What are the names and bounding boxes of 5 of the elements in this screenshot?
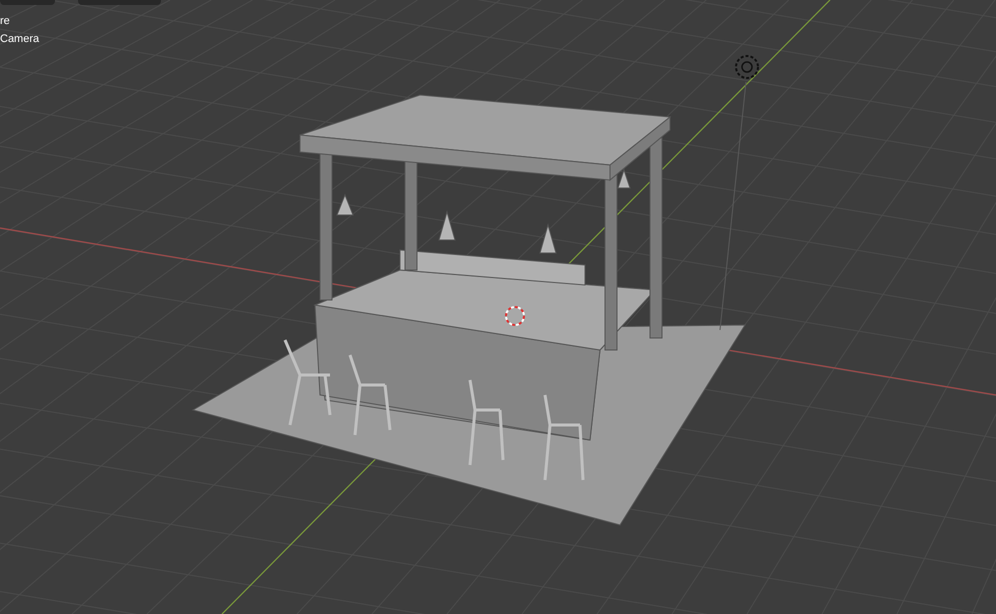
3d-cursor-icon [505,306,525,326]
toolbar-panel [0,0,55,5]
light-icon [735,55,759,79]
overlay-text: Camera [0,32,40,47]
overlay-text: re [0,14,10,29]
